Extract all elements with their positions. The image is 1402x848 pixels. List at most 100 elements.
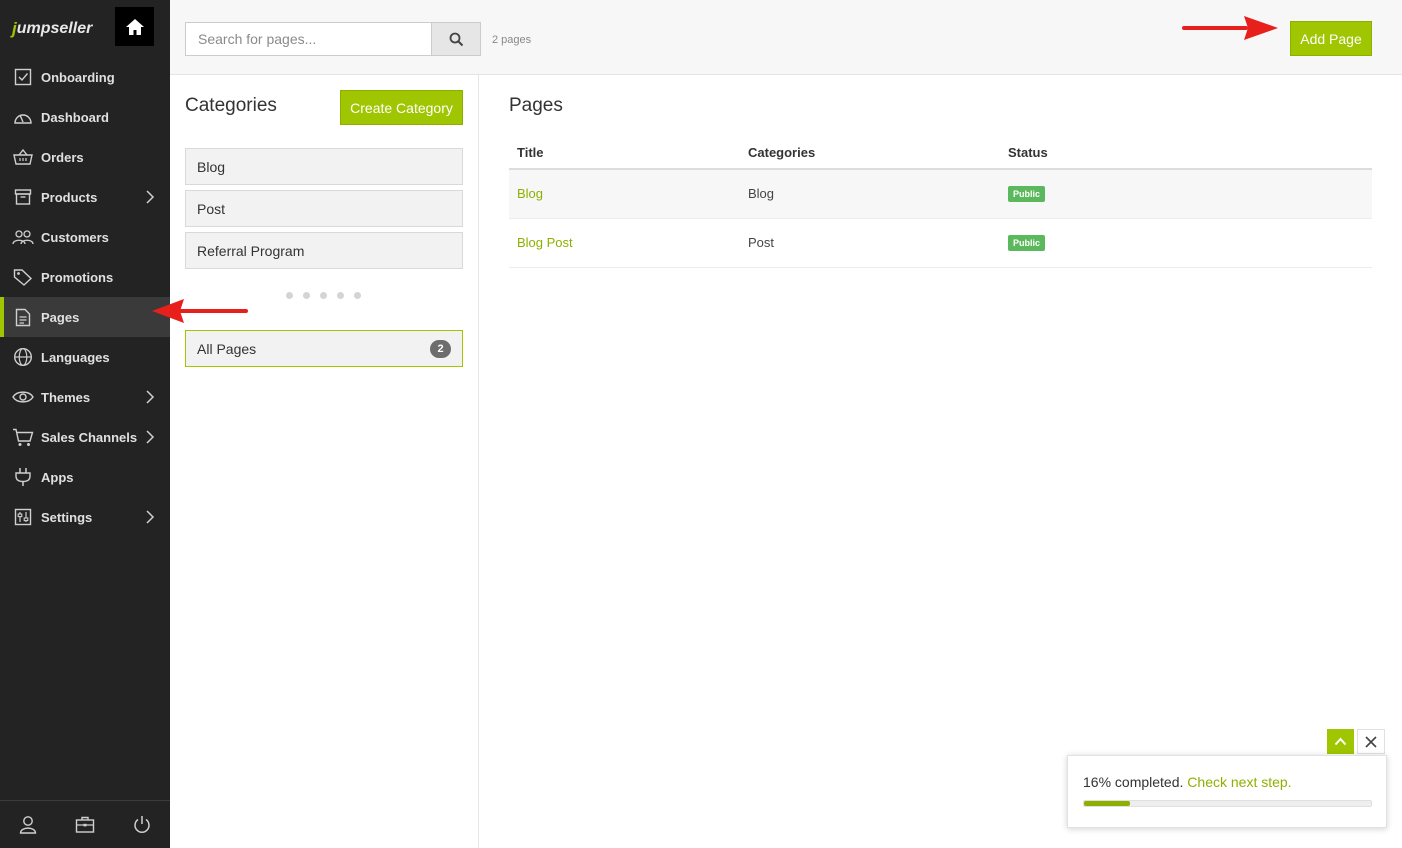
categories-panel: Categories Create Category Blog Post Ref… [170, 75, 479, 848]
progress-bar-fill [1084, 801, 1130, 806]
category-item-post[interactable]: Post [185, 190, 463, 227]
sidebar-item-dashboard[interactable]: Dashboard [0, 97, 170, 137]
pages-title: Pages [509, 95, 563, 116]
sidebar-item-apps[interactable]: Apps [0, 457, 170, 497]
search-input[interactable] [185, 22, 432, 56]
close-icon [1365, 735, 1377, 748]
category-item-blog[interactable]: Blog [185, 148, 463, 185]
pages-table: Title Categories Status Blog Blog Public… [509, 136, 1372, 268]
power-icon[interactable] [131, 814, 153, 836]
sidebar-item-themes[interactable]: Themes [0, 377, 170, 417]
chevron-right-icon [146, 510, 155, 524]
sidebar: j umpseller Onboarding Dashboard Orders P… [0, 0, 170, 848]
gauge-icon [12, 106, 34, 128]
table-row: Blog Post Post Public [509, 218, 1372, 268]
sidebar-item-label: Customers [41, 229, 109, 245]
sidebar-item-sales-channels[interactable]: Sales Channels [0, 417, 170, 457]
checkbox-icon [12, 66, 34, 88]
table-cell-status: Public [1000, 218, 1372, 268]
sidebar-item-orders[interactable]: Orders [0, 137, 170, 177]
check-next-step-link[interactable]: Check next step. [1187, 774, 1291, 790]
globe-icon [12, 346, 34, 368]
logo-wordmark: umpseller [16, 20, 93, 37]
pagination-dot [303, 292, 310, 299]
progress-bar [1083, 800, 1372, 807]
chevron-right-icon [146, 190, 155, 204]
onboarding-progress-widget: 16% completed. Check next step. [1067, 755, 1387, 828]
pages-panel: Pages Title Categories Status Blog Blog … [479, 75, 1402, 848]
sidebar-footer [0, 800, 170, 848]
pagination-dot [286, 292, 293, 299]
pagination-dot [337, 292, 344, 299]
sidebar-item-label: Apps [41, 469, 74, 485]
archive-box-icon [12, 186, 34, 208]
sidebar-item-label: Themes [41, 389, 91, 405]
all-pages-label: All Pages [197, 340, 257, 357]
page-count: 2 pages [492, 34, 532, 46]
plug-icon [12, 466, 34, 488]
sidebar-item-languages[interactable]: Languages [0, 337, 170, 377]
categories-title: Categories [185, 95, 277, 116]
table-row: Blog Blog Public [509, 169, 1372, 219]
sidebar-item-label: Products [41, 189, 98, 205]
sidebar-item-label: Dashboard [41, 109, 109, 125]
sidebar-item-label: Settings [41, 509, 93, 525]
table-header-row: Title Categories Status [509, 136, 1372, 170]
annotation-arrow-right [1182, 16, 1278, 40]
progress-close-button[interactable] [1357, 729, 1385, 754]
page-title-link[interactable]: Blog [517, 186, 543, 201]
create-category-button[interactable]: Create Category [340, 90, 463, 125]
chevron-up-icon [1334, 737, 1347, 746]
tag-icon [12, 266, 34, 288]
briefcase-icon[interactable] [74, 814, 96, 836]
table-cell-title: Blog Post [509, 218, 740, 268]
all-pages-count-badge: 2 [430, 340, 451, 358]
add-page-button[interactable]: Add Page [1290, 21, 1372, 56]
sidebar-item-onboarding[interactable]: Onboarding [0, 57, 170, 97]
table-cell-status: Public [1000, 169, 1372, 219]
pagination-dot [320, 292, 327, 299]
home-button[interactable] [115, 7, 154, 46]
sidebar-item-label: Orders [41, 149, 84, 165]
sidebar-item-pages[interactable]: Pages [0, 297, 170, 337]
column-header-title: Title [509, 136, 740, 170]
chevron-right-icon [146, 430, 155, 444]
category-item-referral-program[interactable]: Referral Program [185, 232, 463, 269]
chevron-right-icon [146, 390, 155, 404]
document-icon [12, 306, 34, 328]
search-button[interactable] [431, 22, 481, 56]
users-icon [12, 226, 34, 248]
basket-icon [12, 146, 34, 168]
cart-icon [12, 426, 34, 448]
home-icon [125, 18, 144, 35]
sidebar-item-settings[interactable]: Settings [0, 497, 170, 537]
all-pages-filter[interactable]: All Pages 2 [185, 330, 463, 367]
annotation-arrow-left [152, 299, 248, 323]
status-badge: Public [1008, 186, 1046, 203]
progress-collapse-button[interactable] [1327, 729, 1354, 754]
status-badge: Public [1008, 235, 1046, 251]
eye-icon [12, 386, 34, 408]
search-icon [449, 32, 463, 46]
sidebar-nav: Onboarding Dashboard Orders Products Cus… [0, 57, 170, 537]
sidebar-item-customers[interactable]: Customers [0, 217, 170, 257]
page-title-link[interactable]: Blog Post [517, 235, 573, 250]
jumpseller-logo[interactable]: j umpseller [12, 14, 92, 44]
progress-text: 16% completed. Check next step. [1083, 774, 1292, 790]
pagination-dots [286, 292, 361, 299]
pagination-dot [354, 292, 361, 299]
table-cell-title: Blog [509, 169, 740, 219]
user-icon[interactable] [17, 814, 39, 836]
table-cell-category: Blog [740, 169, 1000, 219]
table-cell-category: Post [740, 218, 1000, 268]
column-header-categories: Categories [740, 136, 1000, 170]
sidebar-item-label: Pages [41, 309, 80, 325]
progress-percent-text: 16% completed. [1083, 774, 1184, 790]
column-header-status: Status [1000, 136, 1372, 170]
sidebar-item-label: Languages [41, 349, 110, 365]
sidebar-item-label: Promotions [41, 269, 114, 285]
sidebar-item-label: Sales Channels [41, 429, 138, 445]
sidebar-item-products[interactable]: Products [0, 177, 170, 217]
sidebar-item-promotions[interactable]: Promotions [0, 257, 170, 297]
sliders-icon [12, 506, 34, 528]
